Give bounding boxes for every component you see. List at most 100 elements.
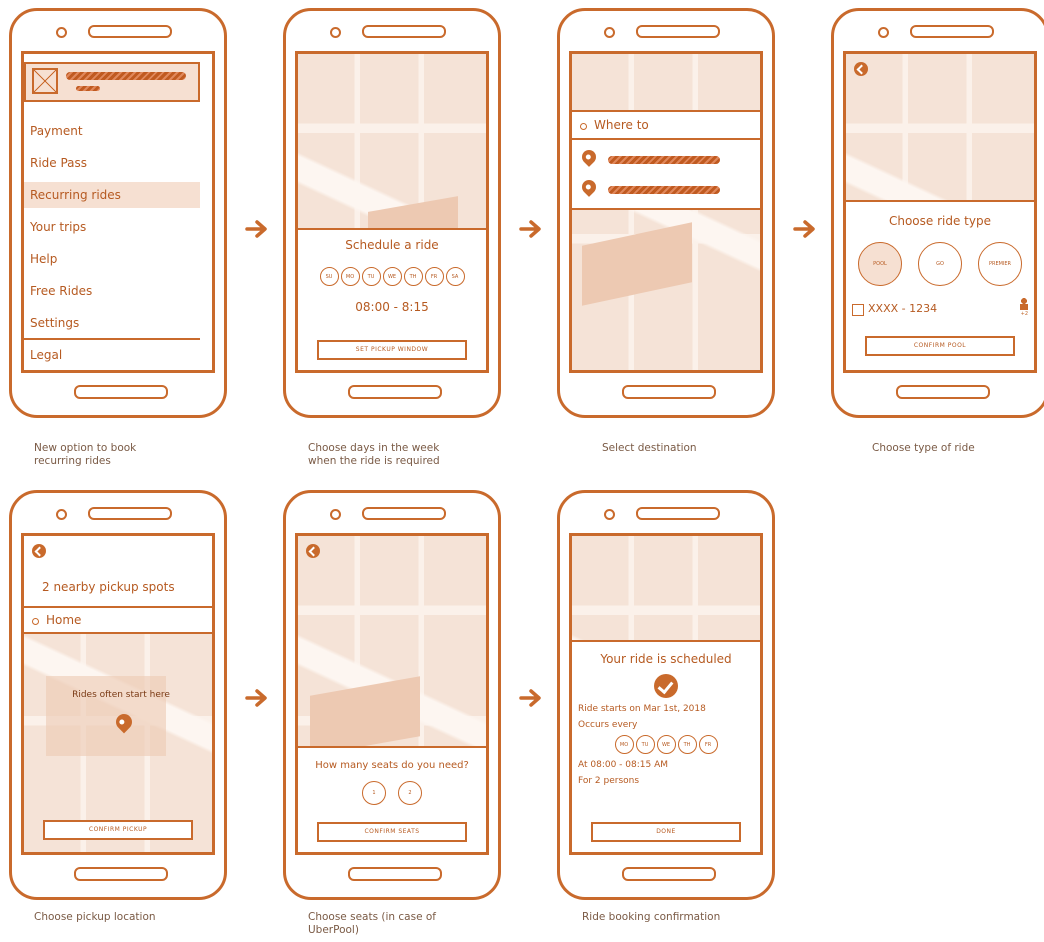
ride-start-text: Ride starts on Mar 1st, 2018 (578, 704, 706, 714)
speaker-dot (604, 27, 615, 38)
ride-type-go[interactable]: GO (918, 242, 962, 286)
caption-1: New option to book recurring rides (34, 442, 137, 467)
pickup-header: 2 nearby pickup spots (24, 536, 212, 606)
speaker-bar (362, 507, 446, 520)
pickup-title: 2 nearby pickup spots (42, 580, 175, 594)
home-bar (896, 385, 990, 399)
schedule-screen: Schedule a ride SU MO TU WE TH FR SA 08:00 - 8… (295, 51, 489, 373)
home-bar (74, 385, 168, 399)
payment-card-row[interactable]: XXXX - 1234 +2 (852, 298, 1028, 318)
day-tu: TU (635, 735, 655, 754)
day-we[interactable]: WE (382, 267, 402, 286)
speaker-dot (330, 27, 341, 38)
day-su[interactable]: SU (319, 267, 339, 286)
day-th[interactable]: TH (403, 267, 423, 286)
recent-destinations (572, 140, 760, 210)
image-placeholder-icon (32, 68, 58, 94)
phone-confirmation: Your ride is scheduled Ride starts on Ma… (557, 490, 775, 900)
confirm-pickup-button[interactable]: CONFIRM PICKUP (43, 820, 193, 840)
location-pin-icon (579, 177, 599, 197)
ride-type-pool[interactable]: POOL (858, 242, 902, 286)
profile-header[interactable] (24, 62, 200, 102)
ride-type-title: Choose ride type (888, 214, 991, 228)
done-button[interactable]: DONE (591, 822, 741, 842)
caption-3: Select destination (602, 442, 697, 454)
seats-question: How many seats do you need? (315, 760, 469, 771)
menu-item-payment[interactable]: Payment (24, 118, 200, 144)
back-arrow-icon[interactable] (854, 62, 868, 76)
back-arrow-icon[interactable] (32, 544, 46, 558)
ride-type-screen: Choose ride type POOL GO PREMIER XXXX - 12… (843, 51, 1037, 373)
speaker-bar (362, 25, 446, 38)
destination-name-redacted (608, 156, 720, 164)
caption-6: Choose seats (in case of UberPool) (308, 911, 436, 936)
map (572, 54, 760, 370)
confirmation-title: Your ride is scheduled (600, 652, 732, 666)
menu-screen: Payment Ride Pass Recurring rides Your t… (21, 51, 215, 373)
speaker-bar (910, 25, 994, 38)
card-number: XXXX - 1234 (868, 302, 938, 315)
caption-2: Choose days in the week when the ride is… (308, 442, 440, 467)
menu-item-recurring-rides[interactable]: Recurring rides (24, 182, 200, 208)
pickup-location-value: Home (46, 613, 82, 627)
search-dot-icon (580, 123, 587, 130)
menu-item-free-rides[interactable]: Free Rides (24, 278, 200, 304)
home-bar (348, 385, 442, 399)
speaker-bar (88, 507, 172, 520)
pickup-location-field[interactable]: Home (24, 606, 212, 634)
confirm-seats-button[interactable]: CONFIRM SEATS (317, 822, 467, 842)
confirmation-panel: Your ride is scheduled Ride starts on Ma… (572, 640, 760, 852)
menu-item-your-trips[interactable]: Your trips (24, 214, 200, 240)
profile-rating-redacted (76, 86, 100, 91)
ride-time-text: At 08:00 - 08:15 AM (578, 760, 669, 770)
menu-item-settings[interactable]: Settings (24, 310, 200, 336)
menu-item-legal[interactable]: Legal (24, 342, 200, 368)
speaker-bar (636, 25, 720, 38)
day-tu[interactable]: TU (361, 267, 381, 286)
day-mo[interactable]: MO (340, 267, 360, 286)
speaker-dot (56, 509, 67, 520)
home-bar (622, 867, 716, 881)
where-to-input[interactable]: Where to (572, 110, 760, 140)
confirm-pool-button[interactable]: CONFIRM POOL (865, 336, 1015, 356)
phone-destination: Where to (557, 8, 775, 418)
confirmation-screen: Your ride is scheduled Ride starts on Ma… (569, 533, 763, 855)
seats-panel: How many seats do you need? 12 CONFIRM S… (298, 746, 486, 852)
day-we: WE (656, 735, 676, 754)
pickup-screen: 2 nearby pickup spots Home Rides often s… (21, 533, 215, 855)
menu-item-ride-pass[interactable]: Ride Pass (24, 150, 200, 176)
ride-persons-text: For 2 persons (578, 776, 640, 786)
seat-option-2[interactable]: 2 (398, 781, 422, 805)
speaker-bar (636, 507, 720, 520)
right-arrow-icon (793, 220, 815, 238)
ride-type-premier[interactable]: PREMIER (978, 242, 1022, 286)
recent-destination-1[interactable] (579, 147, 750, 170)
right-arrow-icon (519, 689, 541, 707)
check-icon (654, 674, 678, 698)
map-area-block (46, 676, 166, 756)
phone-seats: How many seats do you need? 12 CONFIRM S… (283, 490, 501, 900)
pickup-hint: Rides often start here (72, 690, 170, 700)
set-pickup-window-button[interactable]: SET PICKUP WINDOW (317, 340, 467, 360)
home-bar (348, 867, 442, 881)
phone-menu: Payment Ride Pass Recurring rides Your t… (9, 8, 227, 418)
menu-item-help[interactable]: Help (24, 246, 200, 272)
phone-pickup: 2 nearby pickup spots Home Rides often s… (9, 490, 227, 900)
location-dot-icon (32, 618, 39, 625)
profile-name-redacted (66, 72, 186, 80)
check-wrapper (578, 674, 754, 698)
phone-ride-type: Choose ride type POOL GO PREMIER XXXX - 12… (831, 8, 1044, 418)
speaker-bar (88, 25, 172, 38)
seat-option-1[interactable]: 1 (362, 781, 386, 805)
day-fr[interactable]: FR (424, 267, 444, 286)
card-icon (852, 304, 864, 316)
destination-screen: Where to (569, 51, 763, 373)
speaker-dot (878, 27, 889, 38)
phone-schedule: Schedule a ride SU MO TU WE TH FR SA 08:00 - 8… (283, 8, 501, 418)
day-sa[interactable]: SA (445, 267, 465, 286)
day-mo: MO (614, 735, 634, 754)
schedule-title: Schedule a ride (345, 238, 439, 252)
back-arrow-icon[interactable] (306, 544, 320, 558)
recent-destination-2[interactable] (579, 177, 750, 200)
home-bar (622, 385, 716, 399)
